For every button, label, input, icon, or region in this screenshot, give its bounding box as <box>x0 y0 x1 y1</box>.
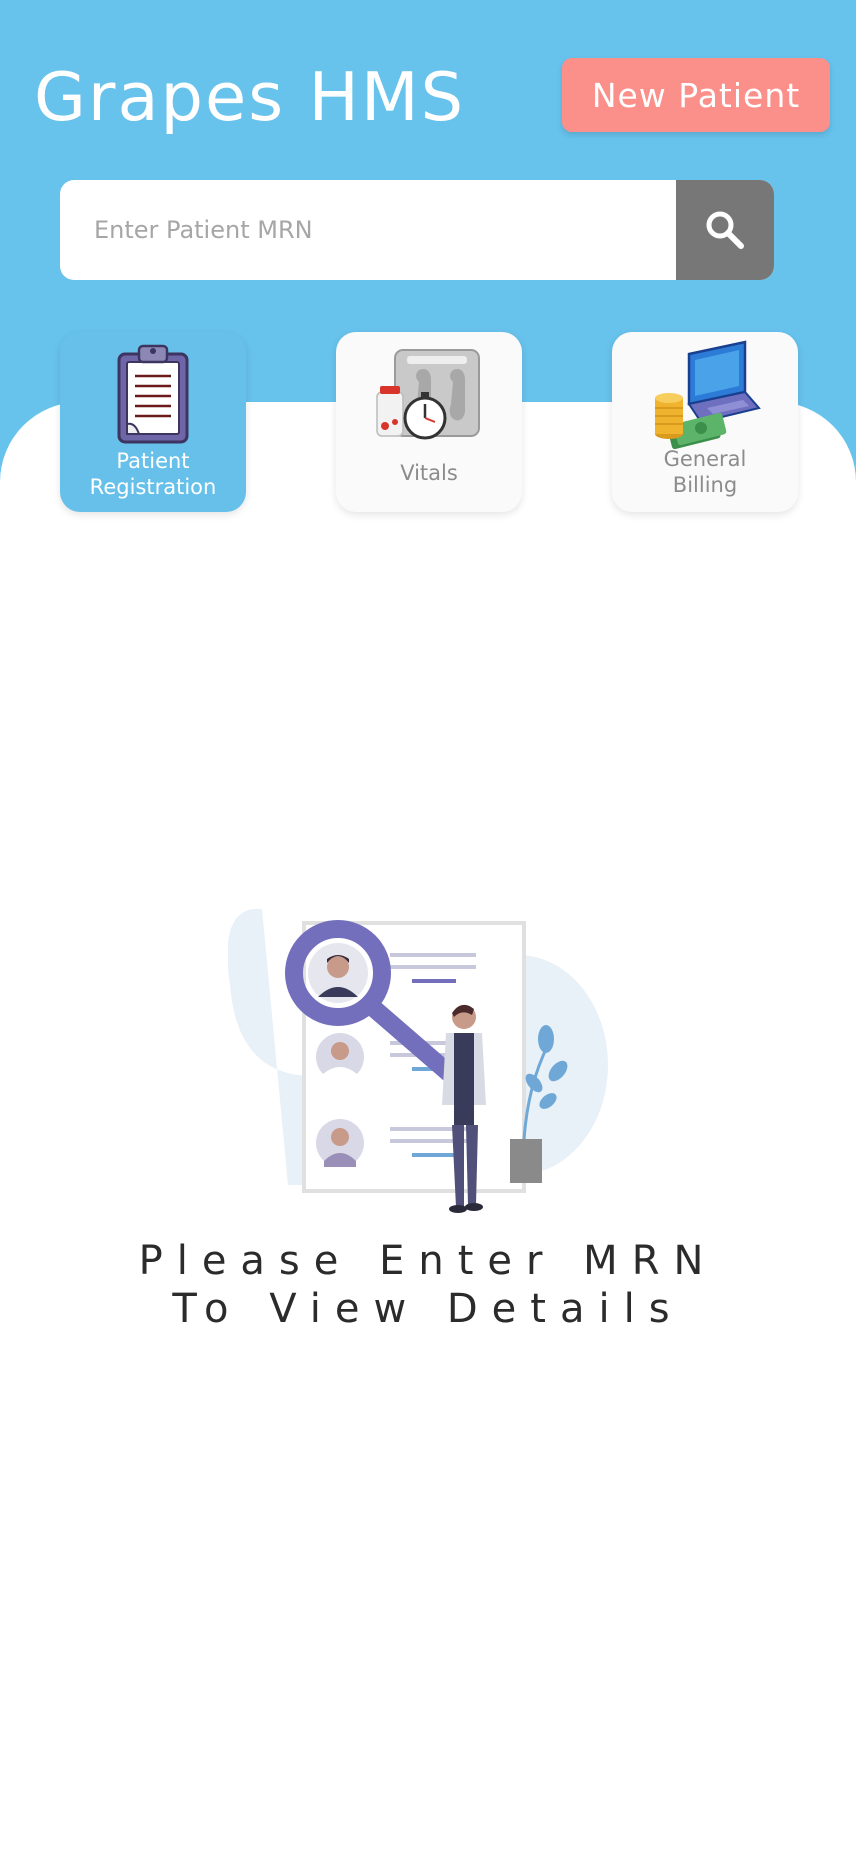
search-patient-records-illustration <box>228 908 608 1213</box>
search-button[interactable] <box>676 180 774 280</box>
empty-state-message-line1: Please Enter MRN <box>138 1238 718 1284</box>
app-title: Grapes HMS <box>34 58 466 136</box>
clipboard-icon <box>117 344 189 444</box>
new-patient-button[interactable]: New Patient <box>562 58 830 132</box>
module-label-line1: General <box>663 447 747 471</box>
search-icon <box>706 211 744 249</box>
search-bar <box>60 180 774 280</box>
module-label-line2: Registration <box>89 475 217 499</box>
mrn-search-input[interactable] <box>60 180 676 280</box>
module-label-line1: Patient <box>116 449 190 473</box>
module-card-vitals[interactable]: Vitals <box>336 332 522 512</box>
module-card-patient-registration[interactable]: Patient Registration <box>60 332 246 512</box>
module-card-general-billing[interactable]: General Billing <box>612 332 798 512</box>
weighing-scale-icon <box>376 349 480 440</box>
empty-state-message-line2: To View Details <box>172 1286 684 1332</box>
laptop-billing-icon <box>655 340 761 450</box>
module-label-line2: Billing <box>672 473 738 497</box>
module-label-line1: Vitals <box>400 461 458 485</box>
